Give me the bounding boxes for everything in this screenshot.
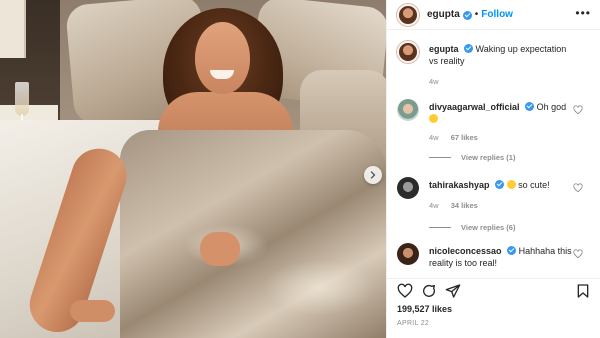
avatar[interactable] xyxy=(397,41,419,63)
view-replies-button[interactable]: View replies (6) xyxy=(429,223,515,232)
comment-text: Oh god xyxy=(536,102,567,112)
follow-button[interactable]: Follow xyxy=(481,9,513,20)
comment-body: nicoleconcessao Hahhaha this reality is … xyxy=(429,245,577,269)
photo-satin-sheet xyxy=(120,130,386,338)
photo-person-face xyxy=(195,22,250,94)
post-header: egupta • Follow ••• xyxy=(387,0,600,30)
share-icon[interactable] xyxy=(445,283,461,299)
chevron-right-icon xyxy=(370,171,376,179)
comment-likes[interactable]: 34 likes xyxy=(451,201,478,210)
instagram-post: egupta • Follow ••• egupta Waking up exp… xyxy=(0,0,600,338)
caption-time[interactable]: 4w xyxy=(429,77,439,86)
comment-icon[interactable] xyxy=(421,283,437,299)
photo-lamp xyxy=(0,0,26,58)
verified-badge-icon xyxy=(462,11,472,20)
heart-icon[interactable] xyxy=(397,283,413,299)
caption-body: egupta Waking up expectation vs reality xyxy=(429,43,577,67)
post-author-username[interactable]: egupta xyxy=(427,9,460,20)
comment-time[interactable]: 4w xyxy=(429,133,439,142)
comment-like-heart-icon[interactable] xyxy=(573,249,583,259)
comment-body: divyaagarwal_official Oh god xyxy=(429,101,577,125)
photo-person-foot xyxy=(70,300,115,322)
post-photo[interactable] xyxy=(0,0,386,338)
post-side-panel: egupta • Follow ••• egupta Waking up exp… xyxy=(386,0,600,338)
replies-divider xyxy=(429,227,451,228)
avatar[interactable] xyxy=(397,99,419,121)
caption-username[interactable]: egupta xyxy=(429,44,459,54)
verified-badge-icon xyxy=(464,44,474,53)
comment-username[interactable]: tahirakashyap xyxy=(429,180,490,190)
view-replies-label: View replies (6) xyxy=(461,223,516,232)
replies-divider xyxy=(429,157,451,158)
comment-like-heart-icon[interactable] xyxy=(573,105,583,115)
comments-list[interactable]: egupta Waking up expectation vs reality … xyxy=(387,31,600,271)
grimacing-face-icon xyxy=(429,114,438,123)
header-separator: • xyxy=(474,9,479,20)
bookmark-icon[interactable] xyxy=(575,283,591,299)
more-options-icon[interactable]: ••• xyxy=(575,7,591,19)
comment-username[interactable]: nicoleconcessao xyxy=(429,246,502,256)
caption-meta: 4w xyxy=(429,77,449,86)
verified-badge-icon xyxy=(495,180,505,189)
comment-text: so cute! xyxy=(518,180,550,190)
view-replies-button[interactable]: View replies (1) xyxy=(429,153,515,162)
photo-person-hands xyxy=(200,232,240,266)
post-date[interactable]: APRIL 22 xyxy=(397,320,429,327)
comment-meta: 4w 34 likes xyxy=(429,201,488,210)
verified-badge-icon xyxy=(525,102,535,111)
comment-body: tahirakashyap so cute! xyxy=(429,179,577,191)
comment-likes[interactable]: 67 likes xyxy=(451,133,478,142)
avatar[interactable] xyxy=(397,177,419,199)
comment-time[interactable]: 4w xyxy=(429,201,439,210)
comment-meta: 4w 67 likes xyxy=(429,133,488,142)
next-photo-button[interactable] xyxy=(364,166,382,184)
avatar[interactable] xyxy=(397,243,419,265)
comment-username[interactable]: divyaagarwal_official xyxy=(429,102,520,112)
view-replies-label: View replies (1) xyxy=(461,153,516,162)
post-actions-bar xyxy=(387,278,600,300)
verified-badge-icon xyxy=(507,246,517,255)
comment-like-heart-icon[interactable] xyxy=(573,183,583,193)
photo-wine-glass xyxy=(15,82,29,116)
avatar[interactable] xyxy=(397,3,419,26)
smiling-face-icon xyxy=(506,180,516,189)
likes-count[interactable]: 199,527 likes xyxy=(397,304,452,314)
